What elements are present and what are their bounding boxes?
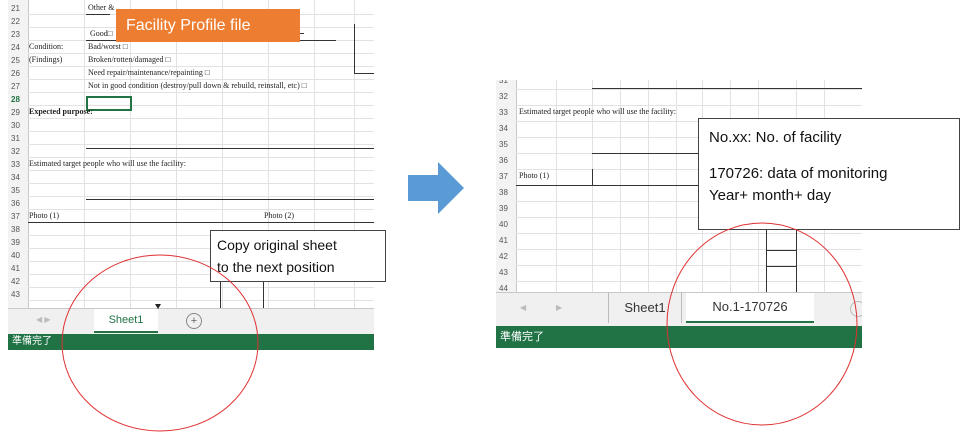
cell-condition[interactable]: Condition: bbox=[29, 42, 63, 51]
row-number[interactable]: 35 bbox=[496, 140, 516, 149]
cell-not-good[interactable]: Not in good condition (destroy/pull down… bbox=[88, 81, 307, 90]
row-number[interactable]: 30 bbox=[8, 121, 28, 130]
tab-no1-170726[interactable]: No.1-170726 bbox=[686, 293, 814, 323]
row-number[interactable]: 42 bbox=[8, 277, 28, 286]
callout-line: No.xx: No. of facility bbox=[709, 129, 842, 146]
cell-other[interactable]: Other & bbox=[88, 3, 114, 12]
left-spreadsheet: 21 22 23 24 25 26 27 28 29 30 31 32 33 3… bbox=[8, 0, 374, 350]
selected-cell[interactable] bbox=[86, 96, 132, 111]
row-number[interactable]: 41 bbox=[8, 264, 28, 273]
row-number[interactable]: 36 bbox=[496, 156, 516, 165]
row-number[interactable]: 25 bbox=[8, 56, 28, 65]
callout-line: Copy original sheet bbox=[217, 237, 337, 253]
cell-good-label: Good bbox=[90, 29, 108, 38]
row-number[interactable]: 37 bbox=[8, 212, 28, 221]
cell-not-good-label: Not in good condition (destroy/pull down… bbox=[88, 81, 300, 90]
checkbox-icon[interactable]: □ bbox=[123, 42, 128, 51]
checkbox-icon[interactable]: □ bbox=[166, 55, 171, 64]
cell-broken[interactable]: Broken/rotten/damaged □ bbox=[88, 55, 170, 64]
right-arrow-icon bbox=[408, 162, 464, 214]
row-number[interactable]: 40 bbox=[8, 251, 28, 260]
cell-expected-purpose[interactable]: Expected purpose: bbox=[29, 107, 93, 116]
tab-name-explanation-callout: No.xx: No. of facility 170726: data of m… bbox=[698, 118, 960, 230]
cell-good[interactable]: Good□ bbox=[90, 29, 113, 38]
cell-estimated-target[interactable]: Estimated target people who will use the… bbox=[519, 107, 676, 116]
cell-photo-1[interactable]: Photo (1) bbox=[29, 211, 59, 220]
row-number-active[interactable]: 28 bbox=[8, 95, 28, 104]
tab-sheet1[interactable]: Sheet1 bbox=[94, 309, 158, 333]
row-number[interactable]: 43 bbox=[8, 290, 28, 299]
tab-next-icon[interactable]: ▶ bbox=[556, 303, 562, 312]
row-number[interactable]: 36 bbox=[8, 199, 28, 208]
row-number[interactable]: 42 bbox=[496, 252, 516, 261]
row-number[interactable]: 35 bbox=[8, 186, 28, 195]
row-number[interactable]: 38 bbox=[8, 225, 28, 234]
checkbox-icon[interactable]: □ bbox=[108, 29, 113, 38]
sheet-tab-bar: ◀ ▶ Sheet1 + bbox=[8, 308, 374, 335]
row-number[interactable]: 38 bbox=[496, 188, 516, 197]
cell-photo-2[interactable]: Photo (2) bbox=[264, 211, 294, 220]
row-number[interactable]: 43 bbox=[496, 268, 516, 277]
row-number[interactable]: 29 bbox=[8, 108, 28, 117]
tab-scroll-arrows-icon[interactable]: ◀ ▶ bbox=[36, 315, 51, 324]
callout-line: 170726: data of monitoring bbox=[709, 165, 888, 182]
tab-drop-marker-icon bbox=[155, 304, 161, 309]
row-number[interactable]: 34 bbox=[496, 124, 516, 133]
row-number[interactable]: 27 bbox=[8, 82, 28, 91]
row-number[interactable]: 40 bbox=[496, 220, 516, 229]
cell-bad-label: Bad/worst bbox=[88, 42, 121, 51]
status-bar: 準備完了 bbox=[8, 334, 374, 350]
row-number[interactable]: 39 bbox=[496, 204, 516, 213]
row-number[interactable]: 26 bbox=[8, 69, 28, 78]
checkbox-icon[interactable]: □ bbox=[205, 68, 210, 77]
row-number[interactable]: 32 bbox=[8, 147, 28, 156]
row-number[interactable]: 31 bbox=[8, 134, 28, 143]
add-sheet-icon[interactable] bbox=[850, 301, 862, 317]
row-number[interactable]: 39 bbox=[8, 238, 28, 247]
row-number[interactable]: 21 bbox=[8, 4, 28, 13]
callout-line: to the next position bbox=[217, 259, 335, 275]
row-number[interactable]: 23 bbox=[8, 30, 28, 39]
row-number[interactable]: 34 bbox=[8, 173, 28, 182]
checkbox-icon[interactable]: □ bbox=[302, 81, 307, 90]
cell-findings[interactable]: (Findings) bbox=[29, 55, 62, 64]
row-number[interactable]: 24 bbox=[8, 43, 28, 52]
row-number[interactable]: 33 bbox=[8, 160, 28, 169]
cell-photo-1[interactable]: Photo (1) bbox=[519, 171, 549, 180]
status-bar: 準備完了 bbox=[496, 326, 862, 348]
add-sheet-icon[interactable]: + bbox=[186, 313, 202, 329]
sheet-tab-bar: ◀ ▶ Sheet1 No.1-170726 bbox=[496, 292, 862, 327]
callout-line bbox=[709, 149, 949, 163]
row-number[interactable]: 41 bbox=[496, 236, 516, 245]
cell-bad[interactable]: Bad/worst □ bbox=[88, 42, 128, 51]
copy-sheet-callout: Copy original sheet to the next position bbox=[210, 230, 386, 282]
cell-repair[interactable]: Need repair/maintenance/repainting □ bbox=[88, 68, 210, 77]
callout-line: Year+ month+ day bbox=[709, 187, 832, 204]
cell-broken-label: Broken/rotten/damaged bbox=[88, 55, 164, 64]
row-number[interactable]: 32 bbox=[496, 92, 516, 101]
row-number[interactable]: 33 bbox=[496, 108, 516, 117]
tab-sheet1[interactable]: Sheet1 bbox=[608, 293, 682, 323]
cell-estimated-target[interactable]: Estimated target people who will use the… bbox=[29, 159, 186, 168]
facility-profile-banner: Facility Profile file bbox=[116, 9, 300, 42]
tab-prev-icon[interactable]: ◀ bbox=[520, 303, 526, 312]
row-number[interactable]: 31 bbox=[496, 80, 516, 85]
cell-repair-label: Need repair/maintenance/repainting bbox=[88, 68, 203, 77]
row-number[interactable]: 37 bbox=[496, 172, 516, 181]
row-number[interactable]: 22 bbox=[8, 17, 28, 26]
